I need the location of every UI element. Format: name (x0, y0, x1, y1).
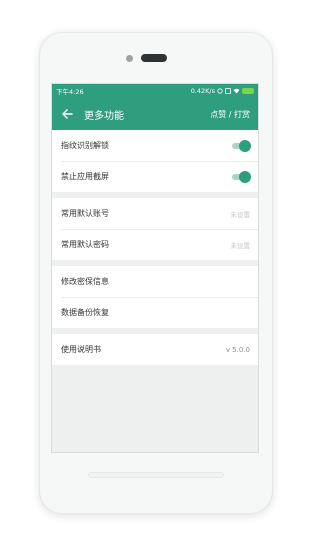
network-speed: 0.42K/s (190, 87, 215, 95)
sim-icon (225, 88, 231, 94)
front-camera (126, 55, 133, 62)
default-account-row[interactable]: 常用默认账号 未设置 (52, 198, 258, 229)
default-password-row[interactable]: 常用默认密码 未设置 (52, 229, 258, 260)
security-toggles-group: 指纹识别解锁 禁止应用截屏 (52, 130, 258, 192)
home-button[interactable] (88, 472, 224, 478)
manual-label: 使用说明书 (61, 345, 101, 354)
like-donate-button[interactable]: 点赞 / 打赏 (210, 109, 250, 120)
battery-icon (242, 88, 254, 94)
default-account-value: 未设置 (230, 210, 251, 219)
fingerprint-unlock-row[interactable]: 指纹识别解锁 (52, 130, 258, 161)
default-password-label: 常用默认密码 (61, 240, 109, 249)
status-time: 下午4:26 (56, 88, 84, 96)
data-management-group: 修改密保信息 数据备份恢复 (52, 266, 258, 328)
arrow-left-icon (61, 109, 73, 119)
app-screen: 下午4:26 0.42K/s 更多功能 点赞 / 打赏 指纹识别解锁 禁止应用截… (51, 83, 259, 453)
page-title: 更多功能 (84, 110, 124, 122)
about-group: 使用说明书 v 5.0.0 (52, 334, 258, 365)
alarm-icon (217, 88, 223, 94)
block-screenshot-row[interactable]: 禁止应用截屏 (52, 161, 258, 192)
fingerprint-unlock-toggle[interactable] (232, 139, 251, 152)
wifi-icon (233, 88, 240, 94)
app-bar: 更多功能 点赞 / 打赏 (52, 98, 258, 130)
status-indicators: 0.42K/s (191, 87, 254, 95)
version-value: v 5.0.0 (225, 345, 250, 354)
data-backup-label: 数据备份恢复 (61, 308, 109, 317)
security-info-row[interactable]: 修改密保信息 (52, 266, 258, 297)
default-account-label: 常用默认账号 (61, 209, 109, 218)
block-screenshot-label: 禁止应用截屏 (61, 172, 109, 181)
default-password-value: 未设置 (230, 241, 251, 250)
earpiece-speaker (141, 54, 167, 62)
status-bar: 下午4:26 0.42K/s (52, 84, 258, 98)
default-credentials-group: 常用默认账号 未设置 常用默认密码 未设置 (52, 198, 258, 260)
data-backup-row[interactable]: 数据备份恢复 (52, 297, 258, 328)
fingerprint-unlock-label: 指纹识别解锁 (61, 141, 109, 150)
back-button[interactable] (60, 107, 74, 121)
manual-row[interactable]: 使用说明书 v 5.0.0 (52, 334, 258, 365)
security-info-label: 修改密保信息 (61, 277, 109, 286)
block-screenshot-toggle[interactable] (232, 170, 251, 183)
